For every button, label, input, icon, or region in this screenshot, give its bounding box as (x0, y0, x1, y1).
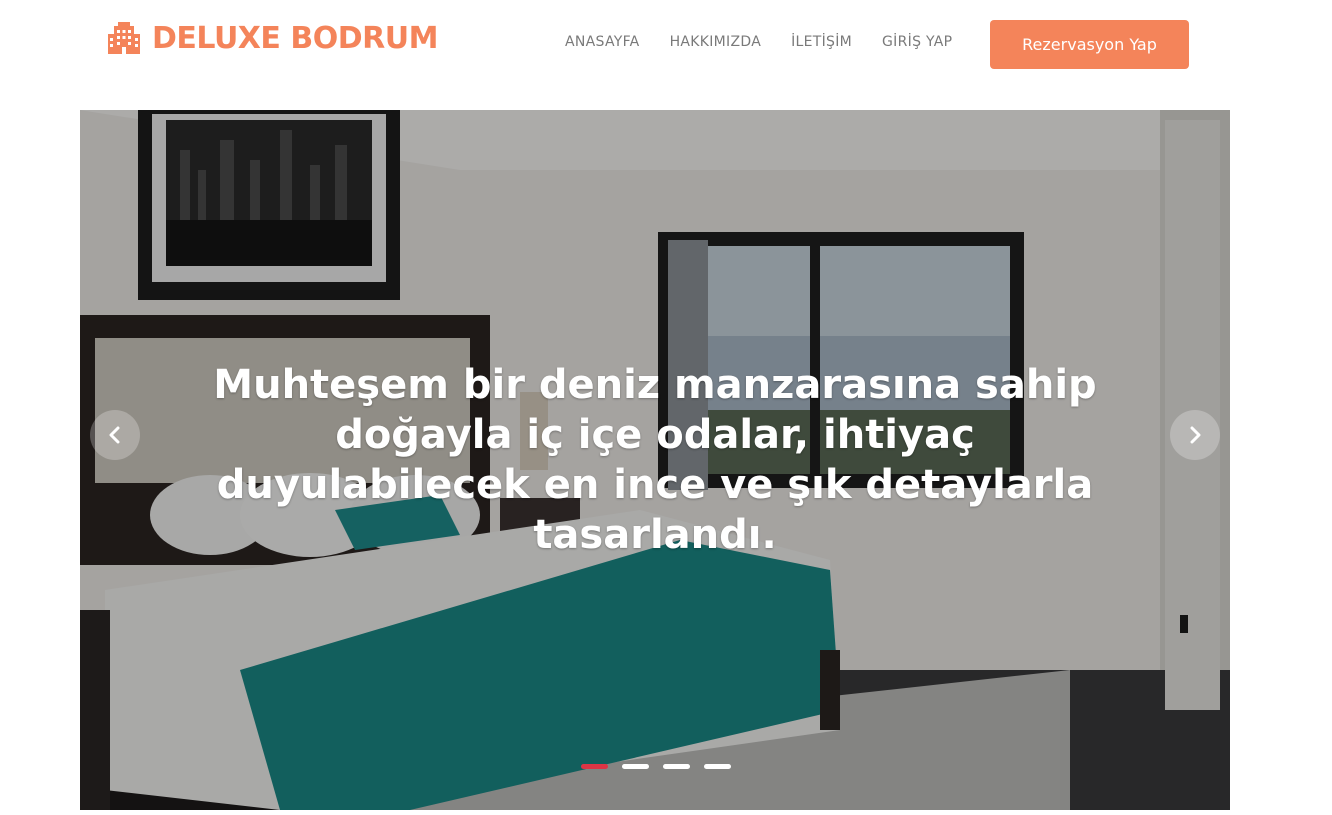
nav-link-anasayfa[interactable]: ANASAYFA (565, 34, 640, 50)
reservation-button[interactable]: Rezervasyon Yap (990, 20, 1189, 69)
carousel-indicator-4[interactable] (704, 764, 731, 769)
carousel-indicator-2[interactable] (622, 764, 649, 769)
brand-logo[interactable]: DELUXE BODRUM (106, 18, 438, 58)
nav-link-hakkimizda[interactable]: HAKKIMIZDA (670, 34, 762, 50)
nav-link-iletisim[interactable]: İLETİŞİM (791, 34, 852, 50)
hero-caption: Muhteşem bir deniz manzarasına sahip doğ… (213, 362, 1097, 558)
carousel-indicators (581, 764, 731, 769)
carousel-indicator-1[interactable] (581, 764, 608, 769)
main-nav: ANASAYFA HAKKIMIZDA İLETİŞİM GİRİŞ YAP (565, 34, 952, 50)
chevron-left-icon (109, 426, 120, 444)
nav-link-giris-yap[interactable]: GİRİŞ YAP (882, 34, 952, 50)
carousel-indicator-3[interactable] (663, 764, 690, 769)
navbar: DELUXE BODRUM ANASAYFA HAKKIMIZDA İLETİŞ… (0, 0, 1332, 100)
building-icon (108, 22, 140, 54)
brand-name: DELUXE BODRUM (152, 20, 438, 56)
chevron-right-icon (1190, 426, 1201, 444)
carousel-prev-button[interactable] (90, 410, 140, 460)
hero-carousel: Muhteşem bir deniz manzarasına sahip doğ… (80, 110, 1230, 810)
carousel-next-button[interactable] (1170, 410, 1220, 460)
